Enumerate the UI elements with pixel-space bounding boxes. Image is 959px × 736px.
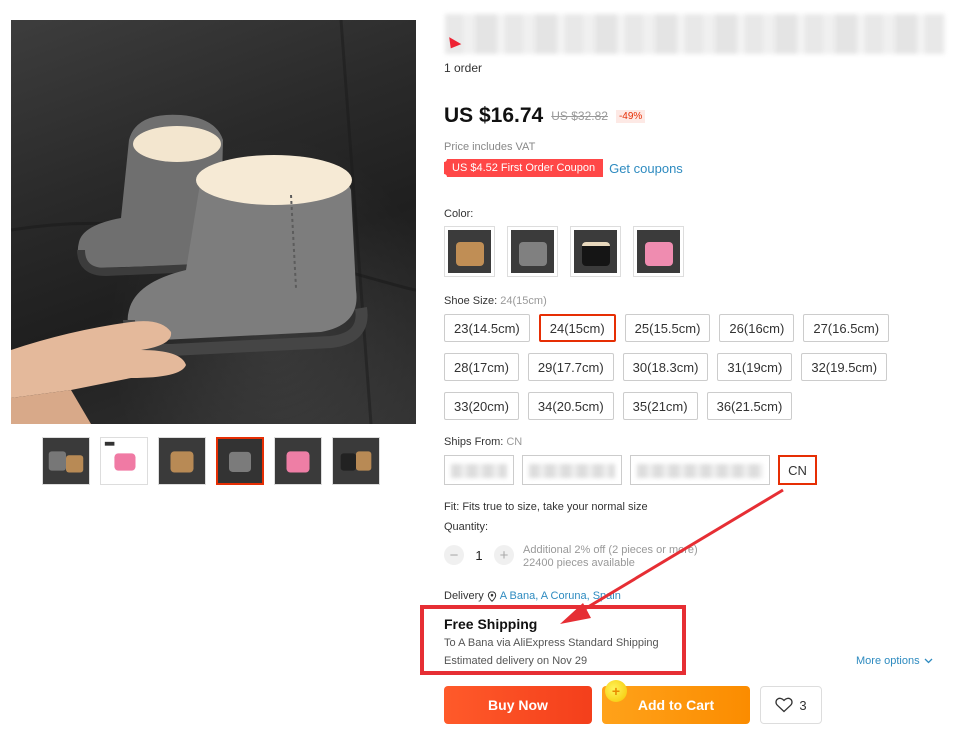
size-option[interactable]: 34(20.5cm) (527, 392, 614, 420)
quantity-label: Quantity: (444, 521, 489, 533)
wishlist-button[interactable]: 3 (760, 686, 822, 724)
size-option[interactable]: 23(14.5cm) (444, 314, 530, 342)
order-count: 1 order (444, 61, 483, 75)
product-title-redacted (445, 14, 945, 54)
bulk-discount-note: Additional 2% off (2 pieces or more) (523, 544, 698, 556)
thumbnail-4-active[interactable] (216, 437, 264, 485)
coin-icon: + (605, 680, 627, 702)
thumbnail-1[interactable] (42, 437, 90, 485)
add-to-cart-button[interactable]: + Add to Cart (602, 680, 750, 724)
shoe-size-label: Shoe Size: 24(15cm) (444, 295, 547, 307)
quantity-plus-button[interactable]: + (494, 545, 514, 565)
size-option[interactable]: 28(17cm) (444, 353, 519, 381)
wishlist-count: 3 (799, 697, 807, 713)
color-option-pink[interactable] (633, 226, 684, 277)
add-to-cart-label: Add to Cart (637, 697, 715, 713)
thumbnail-2[interactable] (100, 437, 148, 485)
thumbnail-3[interactable] (158, 437, 206, 485)
first-order-coupon[interactable]: US $4.52 First Order Coupon (440, 156, 604, 180)
ships-from-options: CN (444, 455, 817, 485)
chevron-down-icon (924, 658, 933, 664)
size-option[interactable]: 29(17.7cm) (527, 353, 614, 381)
size-option[interactable]: 32(19.5cm) (801, 353, 888, 381)
thumbnail-5[interactable] (274, 437, 322, 485)
color-option-black[interactable] (570, 226, 621, 277)
free-shipping-title: Free Shipping (444, 616, 538, 632)
size-option[interactable]: 30(18.3cm) (622, 353, 709, 381)
coupon-row: US $4.52 First Order Coupon Get coupons (440, 156, 683, 180)
size-option[interactable]: 27(16.5cm) (803, 314, 890, 342)
ships-from-option-cn[interactable]: CN (778, 455, 817, 485)
color-options (444, 226, 684, 277)
color-label: Color: (444, 208, 474, 220)
ships-from-option-redacted[interactable] (630, 455, 770, 485)
current-price: US $16.74 (444, 104, 544, 127)
color-option-gray[interactable] (507, 226, 558, 277)
ships-from-option-redacted[interactable] (522, 455, 622, 485)
location-pin-icon (487, 590, 496, 602)
fit-note: Fit: Fits true to size, take your normal… (444, 501, 648, 513)
ships-from-selected: CN (506, 436, 523, 448)
vat-note: Price includes VAT (444, 141, 536, 153)
main-product-image[interactable] (11, 20, 416, 424)
thumbnail-6[interactable] (332, 437, 380, 485)
ships-from-option-redacted[interactable] (444, 455, 514, 485)
original-price: US $32.82 (551, 109, 608, 123)
selected-size: 24(15cm) (500, 295, 547, 307)
quantity-stepper: − 1 + (444, 545, 514, 565)
size-option-selected[interactable]: 24(15cm) (538, 314, 616, 342)
size-option[interactable]: 33(20cm) (444, 392, 519, 420)
boot-photo (11, 20, 416, 424)
delivery-row: Delivery A Bana, A Coruna, Spain (444, 590, 621, 602)
discount-badge: -49% (615, 109, 646, 123)
heart-icon (775, 697, 794, 713)
more-options-label: More options (856, 655, 920, 667)
buy-now-button[interactable]: Buy Now (444, 686, 592, 724)
delivery-location-link[interactable]: A Bana, A Coruna, Spain (500, 590, 621, 602)
quantity-info: Additional 2% off (2 pieces or more) 224… (523, 544, 698, 570)
size-options: 23(14.5cm) 24(15cm) 25(15.5cm) 26(16cm) … (444, 314, 914, 420)
shipping-method: To A Bana via AliExpress Standard Shippi… (444, 637, 659, 649)
delivery-label: Delivery (444, 590, 484, 602)
size-option[interactable]: 25(15.5cm) (624, 314, 711, 342)
size-option[interactable]: 31(19cm) (717, 353, 793, 381)
size-option[interactable]: 35(21cm) (622, 392, 698, 420)
size-option[interactable]: 26(16cm) (719, 314, 795, 342)
quantity-minus-button[interactable]: − (444, 545, 464, 565)
purchase-actions: Buy Now + Add to Cart 3 (444, 680, 822, 724)
thumbnail-strip (42, 437, 380, 485)
size-option[interactable]: 36(21.5cm) (706, 392, 793, 420)
more-options-link[interactable]: More options (856, 655, 933, 667)
stock-available: 22400 pieces available (523, 557, 635, 569)
price-row: US $16.74 US $32.82 -49% (444, 104, 646, 128)
get-coupons-link[interactable]: Get coupons (609, 161, 683, 176)
color-option-tan[interactable] (444, 226, 495, 277)
ships-from-label: Ships From: CN (444, 436, 523, 448)
estimated-delivery: Estimated delivery on Nov 29 (444, 655, 588, 667)
quantity-value[interactable]: 1 (472, 548, 486, 563)
